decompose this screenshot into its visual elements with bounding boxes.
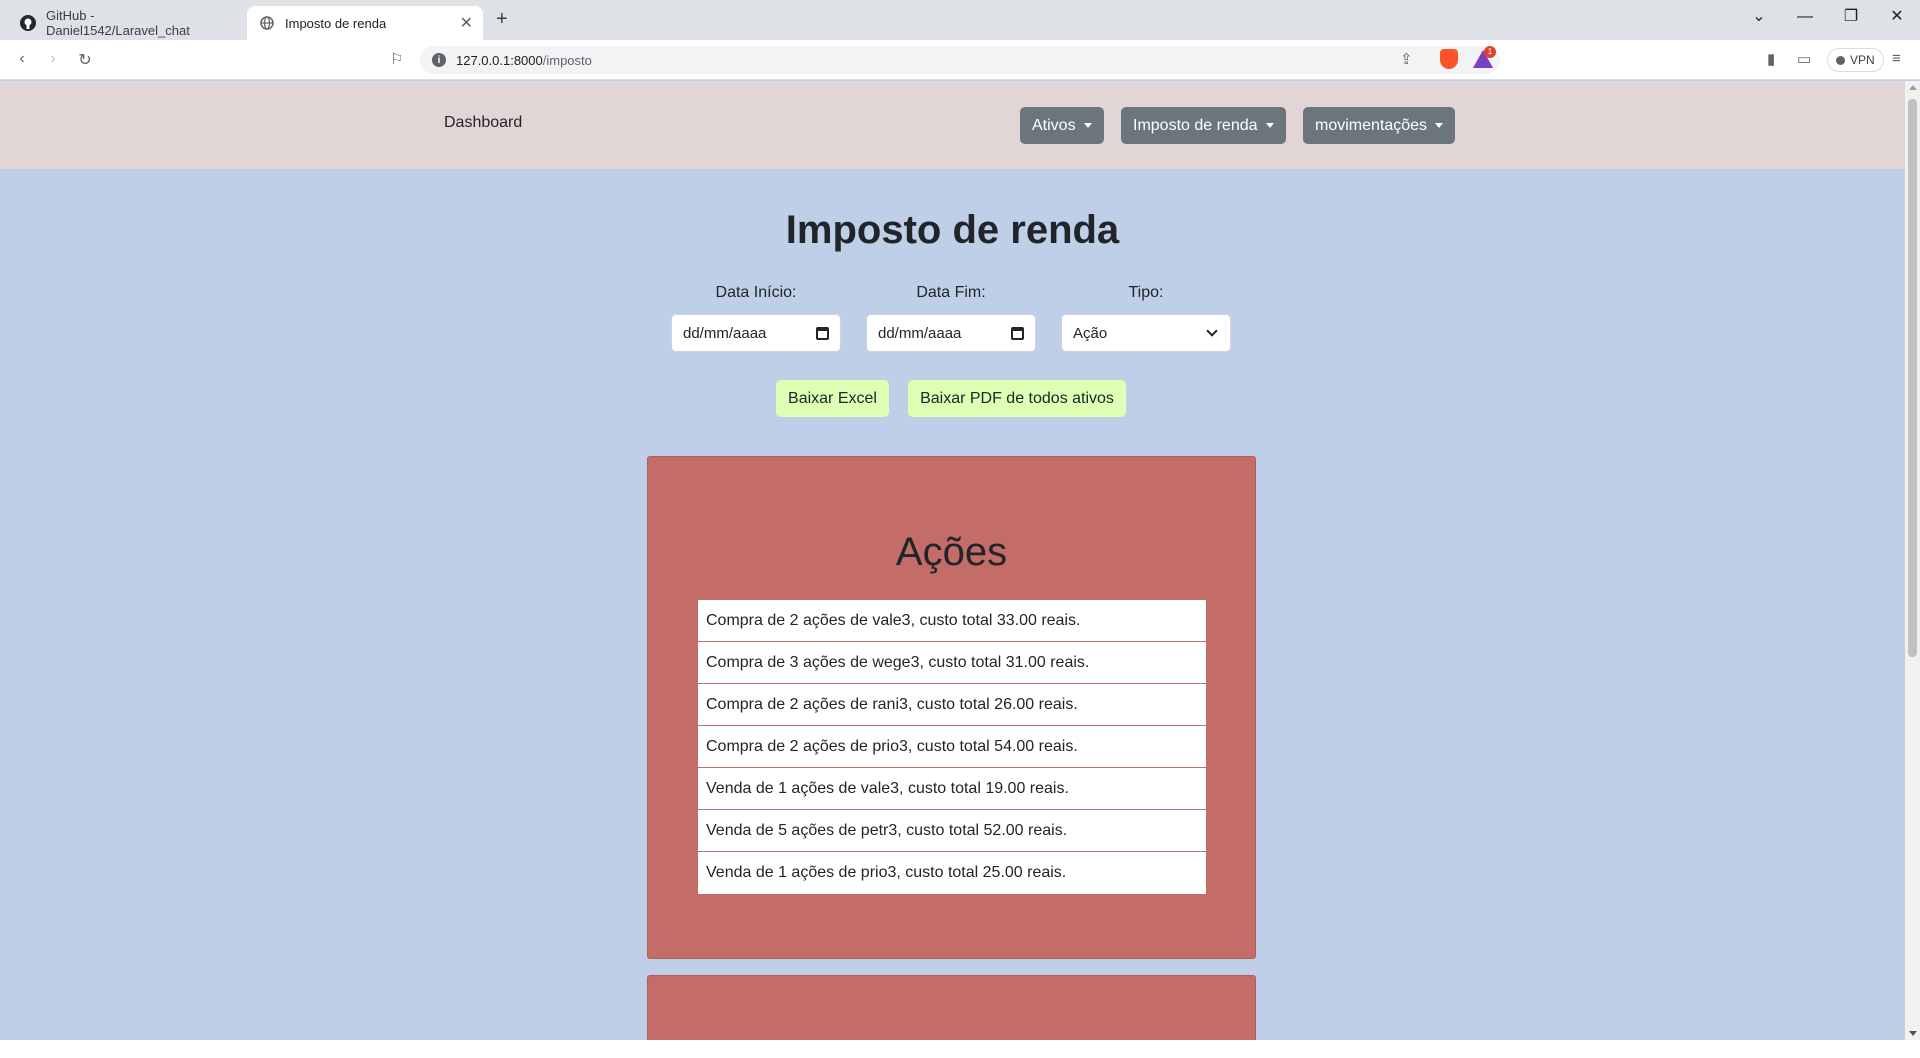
scrollbar-thumb[interactable] (1908, 99, 1917, 657)
ativos-dropdown[interactable]: Ativos (1020, 107, 1104, 144)
calendar-icon[interactable] (1011, 326, 1024, 340)
tab-title: Imposto de renda (285, 15, 387, 31)
movimentacoes-dropdown[interactable]: movimentações (1303, 107, 1456, 144)
card-title: Ações (895, 530, 1008, 574)
page-viewport: Dashboard Ativos Imposto de renda movime… (0, 81, 1905, 1040)
caret-down-icon (1435, 123, 1444, 128)
browser-toolbar: ‹ › ↻ ⚐ i 127.0.0.1:8000/imposto ⇪ 1 ▮ ▭… (0, 40, 1920, 80)
calendar-icon[interactable] (816, 326, 829, 340)
start-date-label: Data Início: (715, 284, 797, 301)
type-label: Tipo: (1128, 284, 1164, 301)
caret-down-icon (1083, 123, 1092, 128)
transaction-list: Compra de 2 ações de vale3, custo total … (698, 600, 1206, 894)
next-card (647, 975, 1256, 1040)
tab-imposto[interactable]: Imposto de renda ✕ (247, 6, 483, 40)
url-text: 127.0.0.1:8000/imposto (456, 52, 592, 68)
brave-shields-icon[interactable] (1440, 49, 1458, 69)
reload-icon[interactable]: ↻ (75, 50, 95, 70)
list-item: Compra de 3 ações de wege3, custo total … (698, 642, 1206, 684)
scroll-down-icon[interactable] (1909, 1031, 1917, 1036)
type-selected-value: Ação (1073, 324, 1108, 342)
imposto-dropdown[interactable]: Imposto de renda (1121, 107, 1286, 144)
globe-icon (259, 15, 275, 31)
list-item: Venda de 1 ações de prio3, custo total 2… (706, 864, 1067, 881)
list-item: Compra de 2 ações de rani3, custo total … (698, 684, 1206, 726)
page-scrollbar[interactable] (1905, 81, 1920, 1040)
window-bottom-edge (0, 1040, 1920, 1058)
browser-tab-bar: GitHub - Daniel1542/Laravel_chat Imposto… (0, 0, 1920, 40)
dashboard-link[interactable]: Dashboard (444, 114, 522, 132)
sidebar-icon[interactable]: ▮ (1767, 50, 1775, 68)
end-date-value: dd/mm/aaaa (878, 324, 962, 342)
list-item: Compra de 2 ações de vale3, custo total … (698, 600, 1206, 642)
address-bar[interactable]: i 127.0.0.1:8000/imposto (420, 46, 1500, 74)
close-window-icon[interactable]: ✕ (1874, 4, 1920, 30)
end-date-label: Data Fim: (916, 284, 986, 301)
github-icon (20, 15, 36, 31)
restore-icon[interactable]: ❐ (1828, 4, 1874, 30)
page-title: Imposto de renda (785, 208, 1120, 252)
new-tab-icon[interactable]: + (496, 8, 508, 31)
menu-icon[interactable]: ≡ (1892, 50, 1901, 67)
dropdown-label: Imposto de renda (1133, 116, 1258, 134)
list-item: Venda de 5 ações de petr3, custo total 5… (698, 810, 1206, 852)
dropdown-label: Ativos (1032, 116, 1076, 134)
acoes-card: Ações Compra de 2 ações de vale3, custo … (647, 456, 1256, 959)
tab-github[interactable]: GitHub - Daniel1542/Laravel_chat (8, 6, 243, 40)
caret-down-icon (1265, 123, 1274, 128)
rewards-badge: 1 (1484, 46, 1496, 58)
list-item: Compra de 2 ações de prio3, custo total … (698, 726, 1206, 768)
start-date-value: dd/mm/aaaa (683, 324, 767, 342)
type-select[interactable]: Ação (1061, 314, 1231, 352)
vpn-status-icon (1836, 55, 1845, 65)
site-info-icon[interactable]: i (432, 53, 446, 67)
start-date-input[interactable]: dd/mm/aaaa (671, 314, 841, 352)
download-excel-button[interactable]: Baixar Excel (776, 380, 889, 417)
wallet-icon[interactable]: ▭ (1797, 50, 1811, 68)
forward-icon[interactable]: › (43, 50, 63, 68)
dropdown-label: movimentações (1315, 116, 1428, 134)
minimize-icon[interactable]: — (1782, 4, 1828, 30)
back-icon[interactable]: ‹ (12, 50, 32, 68)
tab-search-icon[interactable]: ⌄ (1736, 4, 1782, 30)
download-pdf-button[interactable]: Baixar PDF de todos ativos (908, 380, 1126, 417)
vpn-label: VPN (1850, 53, 1875, 67)
tab-title: GitHub - Daniel1542/Laravel_chat (46, 8, 190, 38)
list-item: Venda de 1 ações de vale3, custo total 1… (698, 768, 1206, 810)
end-date-input[interactable]: dd/mm/aaaa (866, 314, 1036, 352)
share-icon[interactable]: ⇪ (1400, 50, 1413, 68)
bookmark-icon[interactable]: ⚐ (390, 50, 403, 68)
vpn-button[interactable]: VPN (1827, 48, 1884, 72)
close-tab-icon[interactable]: ✕ (460, 13, 473, 33)
chevron-down-icon (1206, 325, 1218, 337)
site-navbar: Dashboard Ativos Imposto de renda movime… (0, 81, 1905, 169)
scroll-up-icon[interactable] (1909, 85, 1917, 90)
